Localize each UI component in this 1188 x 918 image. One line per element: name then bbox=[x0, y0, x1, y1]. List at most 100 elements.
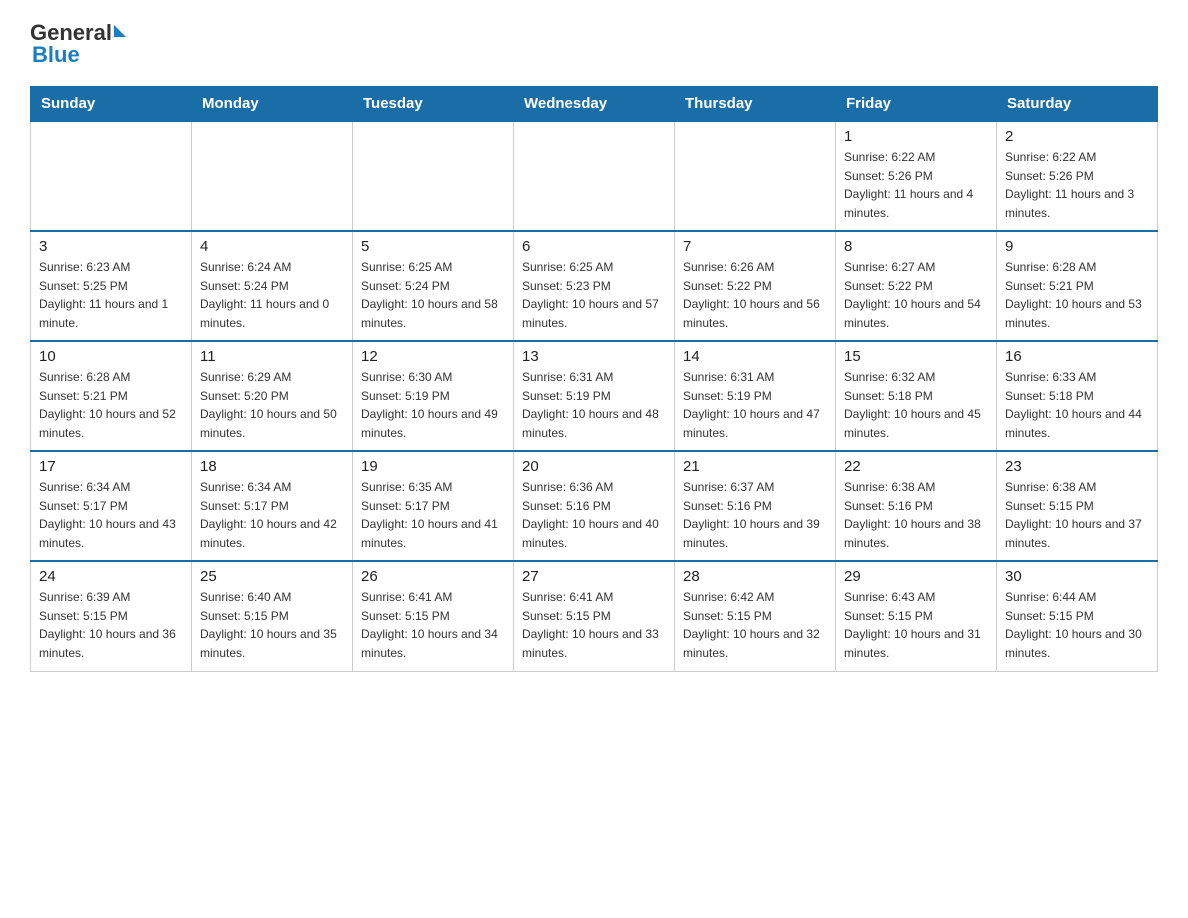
day-info: Sunrise: 6:28 AM Sunset: 5:21 PM Dayligh… bbox=[1005, 258, 1149, 332]
day-info: Sunrise: 6:37 AM Sunset: 5:16 PM Dayligh… bbox=[683, 478, 827, 552]
day-number: 27 bbox=[522, 568, 666, 585]
day-number: 30 bbox=[1005, 568, 1149, 585]
day-info: Sunrise: 6:44 AM Sunset: 5:15 PM Dayligh… bbox=[1005, 588, 1149, 662]
column-header-friday: Friday bbox=[836, 87, 997, 122]
day-number: 13 bbox=[522, 348, 666, 365]
day-info: Sunrise: 6:34 AM Sunset: 5:17 PM Dayligh… bbox=[200, 478, 344, 552]
calendar-cell: 27Sunrise: 6:41 AM Sunset: 5:15 PM Dayli… bbox=[514, 561, 675, 671]
calendar-cell: 22Sunrise: 6:38 AM Sunset: 5:16 PM Dayli… bbox=[836, 451, 997, 561]
day-number: 29 bbox=[844, 568, 988, 585]
calendar-cell: 6 Sunrise: 6:25 AM Sunset: 5:23 PM Daylig… bbox=[514, 231, 675, 341]
calendar-table: SundayMondayTuesdayWednesdayThursdayFrid… bbox=[30, 86, 1158, 672]
day-number: 24 bbox=[39, 568, 183, 585]
calendar-cell bbox=[353, 121, 514, 231]
calendar-cell: 30 Sunrise: 6:44 AM Sunset: 5:15 PM Dayli… bbox=[997, 561, 1158, 671]
calendar-cell: 14Sunrise: 6:31 AM Sunset: 5:19 PM Dayli… bbox=[675, 341, 836, 451]
calendar-cell bbox=[514, 121, 675, 231]
day-number: 1 bbox=[844, 128, 988, 145]
day-number: 18 bbox=[200, 458, 344, 475]
day-number: 2 bbox=[1005, 128, 1149, 145]
day-number: 11 bbox=[200, 348, 344, 365]
day-number: 25 bbox=[200, 568, 344, 585]
day-info: Sunrise: 6:34 AM Sunset: 5:17 PM Dayligh… bbox=[39, 478, 183, 552]
day-info: Sunrise: 6:32 AM Sunset: 5:18 PM Dayligh… bbox=[844, 368, 988, 442]
day-info: Sunrise: 6:26 AM Sunset: 5:22 PM Dayligh… bbox=[683, 258, 827, 332]
day-number: 9 bbox=[1005, 238, 1149, 255]
day-number: 28 bbox=[683, 568, 827, 585]
day-number: 15 bbox=[844, 348, 988, 365]
calendar-cell: 23 Sunrise: 6:38 AM Sunset: 5:15 PM Dayli… bbox=[997, 451, 1158, 561]
day-info: Sunrise: 6:39 AM Sunset: 5:15 PM Dayligh… bbox=[39, 588, 183, 662]
calendar-cell: 10 Sunrise: 6:28 AM Sunset: 5:21 PM Dayli… bbox=[31, 341, 192, 451]
day-number: 21 bbox=[683, 458, 827, 475]
calendar-cell: 29 Sunrise: 6:43 AM Sunset: 5:15 PM Dayli… bbox=[836, 561, 997, 671]
day-number: 12 bbox=[361, 348, 505, 365]
calendar-cell: 21 Sunrise: 6:37 AM Sunset: 5:16 PM Dayli… bbox=[675, 451, 836, 561]
column-header-monday: Monday bbox=[192, 87, 353, 122]
calendar-cell: 1 Sunrise: 6:22 AM Sunset: 5:26 PM Daylig… bbox=[836, 121, 997, 231]
calendar-cell: 13 Sunrise: 6:31 AM Sunset: 5:19 PM Dayli… bbox=[514, 341, 675, 451]
day-number: 3 bbox=[39, 238, 183, 255]
day-info: Sunrise: 6:40 AM Sunset: 5:15 PM Dayligh… bbox=[200, 588, 344, 662]
day-info: Sunrise: 6:23 AM Sunset: 5:25 PM Dayligh… bbox=[39, 258, 183, 332]
day-info: Sunrise: 6:25 AM Sunset: 5:24 PM Dayligh… bbox=[361, 258, 505, 332]
calendar-cell: 2 Sunrise: 6:22 AM Sunset: 5:26 PM Daylig… bbox=[997, 121, 1158, 231]
calendar-week-1: 1 Sunrise: 6:22 AM Sunset: 5:26 PM Daylig… bbox=[31, 121, 1158, 231]
day-info: Sunrise: 6:38 AM Sunset: 5:16 PM Dayligh… bbox=[844, 478, 988, 552]
calendar-cell: 5 Sunrise: 6:25 AM Sunset: 5:24 PM Daylig… bbox=[353, 231, 514, 341]
day-number: 10 bbox=[39, 348, 183, 365]
day-info: Sunrise: 6:31 AM Sunset: 5:19 PM Dayligh… bbox=[522, 368, 666, 442]
day-number: 23 bbox=[1005, 458, 1149, 475]
calendar-cell bbox=[192, 121, 353, 231]
calendar-cell: 9 Sunrise: 6:28 AM Sunset: 5:21 PM Daylig… bbox=[997, 231, 1158, 341]
day-number: 26 bbox=[361, 568, 505, 585]
day-info: Sunrise: 6:25 AM Sunset: 5:23 PM Dayligh… bbox=[522, 258, 666, 332]
calendar-week-4: 17 Sunrise: 6:34 AM Sunset: 5:17 PM Dayli… bbox=[31, 451, 1158, 561]
calendar-cell: 28 Sunrise: 6:42 AM Sunset: 5:15 PM Dayli… bbox=[675, 561, 836, 671]
day-info: Sunrise: 6:38 AM Sunset: 5:15 PM Dayligh… bbox=[1005, 478, 1149, 552]
calendar-week-5: 24 Sunrise: 6:39 AM Sunset: 5:15 PM Dayli… bbox=[31, 561, 1158, 671]
calendar-cell: 26 Sunrise: 6:41 AM Sunset: 5:15 PM Dayli… bbox=[353, 561, 514, 671]
day-number: 6 bbox=[522, 238, 666, 255]
day-info: Sunrise: 6:22 AM Sunset: 5:26 PM Dayligh… bbox=[1005, 148, 1149, 222]
calendar-cell: 11 Sunrise: 6:29 AM Sunset: 5:20 PM Dayli… bbox=[192, 341, 353, 451]
calendar-week-2: 3 Sunrise: 6:23 AM Sunset: 5:25 PM Daylig… bbox=[31, 231, 1158, 341]
day-number: 5 bbox=[361, 238, 505, 255]
day-number: 14 bbox=[683, 348, 827, 365]
calendar-cell: 24 Sunrise: 6:39 AM Sunset: 5:15 PM Dayli… bbox=[31, 561, 192, 671]
day-number: 16 bbox=[1005, 348, 1149, 365]
calendar-cell: 4 Sunrise: 6:24 AM Sunset: 5:24 PM Daylig… bbox=[192, 231, 353, 341]
calendar-cell: 19 Sunrise: 6:35 AM Sunset: 5:17 PM Dayli… bbox=[353, 451, 514, 561]
column-header-wednesday: Wednesday bbox=[514, 87, 675, 122]
calendar-cell: 7Sunrise: 6:26 AM Sunset: 5:22 PM Daylig… bbox=[675, 231, 836, 341]
day-info: Sunrise: 6:42 AM Sunset: 5:15 PM Dayligh… bbox=[683, 588, 827, 662]
day-info: Sunrise: 6:41 AM Sunset: 5:15 PM Dayligh… bbox=[361, 588, 505, 662]
day-number: 4 bbox=[200, 238, 344, 255]
column-header-sunday: Sunday bbox=[31, 87, 192, 122]
calendar-cell bbox=[31, 121, 192, 231]
column-header-tuesday: Tuesday bbox=[353, 87, 514, 122]
calendar-cell: 20Sunrise: 6:36 AM Sunset: 5:16 PM Dayli… bbox=[514, 451, 675, 561]
page-header: General Blue bbox=[30, 20, 1158, 68]
day-info: Sunrise: 6:29 AM Sunset: 5:20 PM Dayligh… bbox=[200, 368, 344, 442]
calendar-cell: 18 Sunrise: 6:34 AM Sunset: 5:17 PM Dayli… bbox=[192, 451, 353, 561]
calendar-cell bbox=[675, 121, 836, 231]
day-number: 19 bbox=[361, 458, 505, 475]
day-info: Sunrise: 6:43 AM Sunset: 5:15 PM Dayligh… bbox=[844, 588, 988, 662]
day-info: Sunrise: 6:22 AM Sunset: 5:26 PM Dayligh… bbox=[844, 148, 988, 222]
column-header-saturday: Saturday bbox=[997, 87, 1158, 122]
day-number: 20 bbox=[522, 458, 666, 475]
calendar-cell: 8Sunrise: 6:27 AM Sunset: 5:22 PM Daylig… bbox=[836, 231, 997, 341]
calendar-header-row: SundayMondayTuesdayWednesdayThursdayFrid… bbox=[31, 87, 1158, 122]
column-header-thursday: Thursday bbox=[675, 87, 836, 122]
day-number: 17 bbox=[39, 458, 183, 475]
logo: General Blue bbox=[30, 20, 126, 68]
day-info: Sunrise: 6:28 AM Sunset: 5:21 PM Dayligh… bbox=[39, 368, 183, 442]
calendar-cell: 3 Sunrise: 6:23 AM Sunset: 5:25 PM Daylig… bbox=[31, 231, 192, 341]
calendar-cell: 17 Sunrise: 6:34 AM Sunset: 5:17 PM Dayli… bbox=[31, 451, 192, 561]
day-info: Sunrise: 6:27 AM Sunset: 5:22 PM Dayligh… bbox=[844, 258, 988, 332]
day-info: Sunrise: 6:30 AM Sunset: 5:19 PM Dayligh… bbox=[361, 368, 505, 442]
calendar-cell: 12 Sunrise: 6:30 AM Sunset: 5:19 PM Dayli… bbox=[353, 341, 514, 451]
day-info: Sunrise: 6:24 AM Sunset: 5:24 PM Dayligh… bbox=[200, 258, 344, 332]
day-info: Sunrise: 6:35 AM Sunset: 5:17 PM Dayligh… bbox=[361, 478, 505, 552]
